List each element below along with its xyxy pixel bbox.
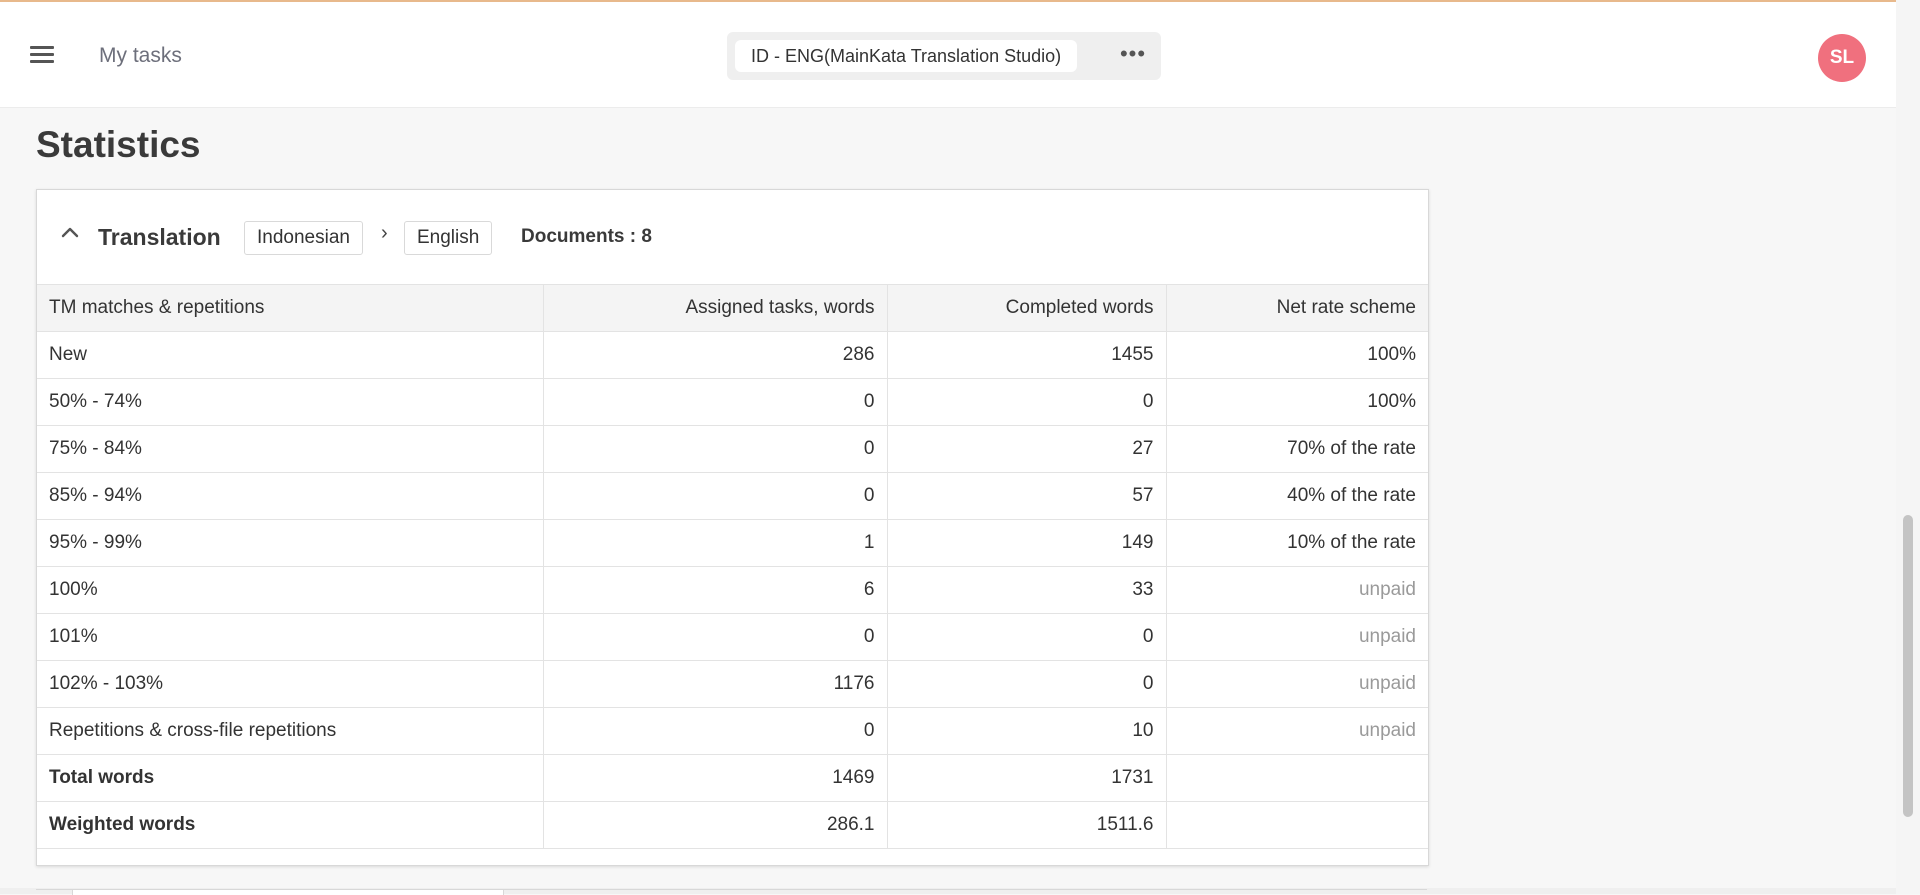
source-language-chip: Indonesian (244, 221, 363, 255)
assigned-words: 1 (542, 519, 888, 567)
vertical-scrollbar[interactable] (1896, 0, 1920, 894)
table-header-row: TM matches & repetitions Assigned tasks,… (37, 284, 1428, 332)
assigned-words: 6 (542, 566, 888, 614)
project-name-button[interactable]: ID - ENG(MainKata Translation Studio) (735, 40, 1078, 72)
row-label: 102% - 103% (37, 660, 544, 708)
row-label: Repetitions & cross-file repetitions (37, 707, 544, 755)
table-row: 95% - 99% 1 149 10% of the rate (37, 519, 1428, 567)
net-rate (1165, 754, 1428, 802)
net-rate: 40% of the rate (1165, 472, 1428, 520)
completed-words: 1511.6 (886, 801, 1167, 849)
translation-statistics-card: Translation Indonesian › English Documen… (36, 189, 1429, 866)
column-header-assigned: Assigned tasks, words (542, 284, 888, 332)
assigned-words: 1469 (542, 754, 888, 802)
completed-words: 1731 (886, 754, 1167, 802)
column-header-net-rate: Net rate scheme (1165, 284, 1428, 332)
net-rate: 100% (1165, 331, 1428, 379)
assigned-words: 0 (542, 613, 888, 661)
card-header: Translation Indonesian › English Documen… (37, 190, 1428, 284)
weighted-words-row: Weighted words 286.1 1511.6 (37, 801, 1428, 849)
completed-words: 0 (886, 613, 1167, 661)
row-label: 50% - 74% (37, 378, 544, 426)
row-label: Weighted words (37, 801, 544, 849)
page-title: Statistics (36, 124, 201, 165)
row-label: New (37, 331, 544, 379)
net-rate: unpaid (1165, 707, 1428, 755)
net-rate: 70% of the rate (1165, 425, 1428, 473)
net-rate (1165, 801, 1428, 849)
app-header: My tasks ID - ENG(MainKata Translation S… (0, 2, 1896, 108)
row-label: Total words (37, 754, 544, 802)
row-label: 85% - 94% (37, 472, 544, 520)
hamburger-menu-icon[interactable] (30, 46, 54, 64)
next-card-border (36, 889, 1427, 895)
table-row: New 286 1455 100% (37, 331, 1428, 379)
net-rate: unpaid (1165, 660, 1428, 708)
assigned-words: 286 (542, 331, 888, 379)
documents-count: Documents : 8 (521, 226, 652, 247)
assigned-words: 1176 (542, 660, 888, 708)
completed-words: 57 (886, 472, 1167, 520)
net-rate: 10% of the rate (1165, 519, 1428, 567)
table-row: 101% 0 0 unpaid (37, 613, 1428, 661)
net-rate: 100% (1165, 378, 1428, 426)
completed-words: 149 (886, 519, 1167, 567)
net-rate: unpaid (1165, 566, 1428, 614)
completed-words: 0 (886, 378, 1167, 426)
section-title: Translation (98, 224, 221, 250)
table-row: 50% - 74% 0 0 100% (37, 378, 1428, 426)
assigned-words: 0 (542, 707, 888, 755)
row-label: 75% - 84% (37, 425, 544, 473)
completed-words: 27 (886, 425, 1167, 473)
project-switcher: ID - ENG(MainKata Translation Studio) ••… (727, 32, 1161, 80)
assigned-words: 0 (542, 472, 888, 520)
completed-words: 10 (886, 707, 1167, 755)
completed-words: 33 (886, 566, 1167, 614)
net-rate: unpaid (1165, 613, 1428, 661)
row-label: 101% (37, 613, 544, 661)
row-label: 95% - 99% (37, 519, 544, 567)
completed-words: 1455 (886, 331, 1167, 379)
column-header-completed: Completed words (886, 284, 1167, 332)
more-horizontal-icon[interactable]: ••• (1113, 41, 1153, 71)
assigned-words: 0 (542, 378, 888, 426)
column-header-tm-matches: TM matches & repetitions (37, 284, 544, 332)
assigned-words: 286.1 (542, 801, 888, 849)
user-avatar[interactable]: SL (1818, 34, 1866, 82)
next-card-edge (0, 888, 1896, 895)
table-row: 100% 6 33 unpaid (37, 566, 1428, 614)
nav-my-tasks-link[interactable]: My tasks (99, 44, 182, 68)
total-words-row: Total words 1469 1731 (37, 754, 1428, 802)
scrollbar-thumb[interactable] (1903, 515, 1913, 817)
table-row: 75% - 84% 0 27 70% of the rate (37, 425, 1428, 473)
row-label: 100% (37, 566, 544, 614)
chevron-up-icon[interactable] (59, 224, 85, 244)
table-row: Repetitions & cross-file repetitions 0 1… (37, 707, 1428, 755)
language-arrow: › (381, 222, 388, 244)
completed-words: 0 (886, 660, 1167, 708)
table-row: 85% - 94% 0 57 40% of the rate (37, 472, 1428, 520)
statistics-table: TM matches & repetitions Assigned tasks,… (37, 284, 1428, 849)
table-row: 102% - 103% 1176 0 unpaid (37, 660, 1428, 708)
assigned-words: 0 (542, 425, 888, 473)
target-language-chip: English (404, 221, 493, 255)
